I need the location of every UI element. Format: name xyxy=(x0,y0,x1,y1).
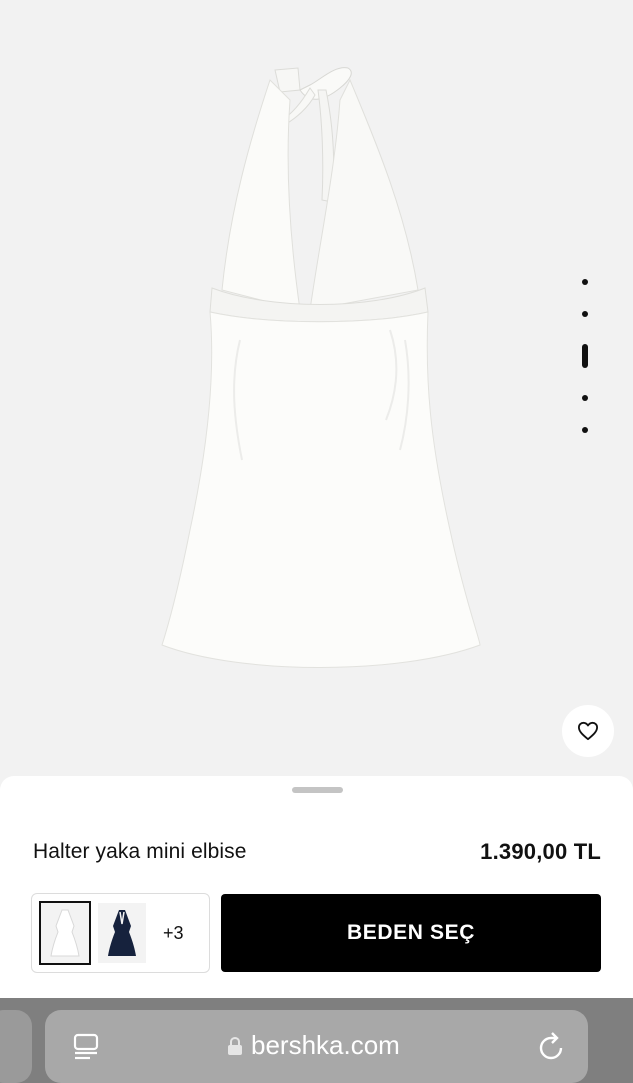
product-image xyxy=(161,67,481,668)
browser-bar: bershka.com xyxy=(0,998,633,1083)
product-price: 1.390,00 TL xyxy=(480,839,601,864)
gallery-pagination[interactable] xyxy=(578,275,592,445)
gallery-page-dot[interactable] xyxy=(582,427,588,433)
variant-swatch-navy[interactable] xyxy=(96,901,148,965)
white-dress-thumbnail-icon xyxy=(50,909,80,957)
sheet-grabber[interactable] xyxy=(292,787,343,793)
variant-swatch-white[interactable] xyxy=(39,901,91,965)
gallery-page-dot[interactable] xyxy=(582,279,588,285)
gallery-page-dot[interactable] xyxy=(582,311,588,317)
more-variants-count[interactable]: +3 xyxy=(163,923,184,944)
gallery-page-dot[interactable] xyxy=(582,395,588,401)
product-gallery[interactable] xyxy=(0,0,633,780)
previous-tab[interactable] xyxy=(0,1010,32,1083)
product-info-sheet: Halter yaka mini elbise 1.390,00 TL +3 B… xyxy=(0,776,633,998)
heart-icon xyxy=(578,721,598,741)
gallery-page-dot-active[interactable] xyxy=(582,344,588,368)
reload-icon[interactable] xyxy=(537,1030,567,1062)
color-variants: +3 xyxy=(31,893,210,973)
product-title: Halter yaka mini elbise xyxy=(33,840,247,863)
lock-icon xyxy=(228,1036,242,1055)
address-bar[interactable]: bershka.com xyxy=(45,1010,588,1083)
url-text[interactable]: bershka.com xyxy=(251,1030,400,1061)
reader-icon[interactable] xyxy=(73,1033,99,1061)
favorite-button[interactable] xyxy=(562,705,614,757)
select-size-button[interactable]: BEDEN SEÇ xyxy=(221,894,601,972)
navy-dress-thumbnail-icon xyxy=(108,910,136,956)
